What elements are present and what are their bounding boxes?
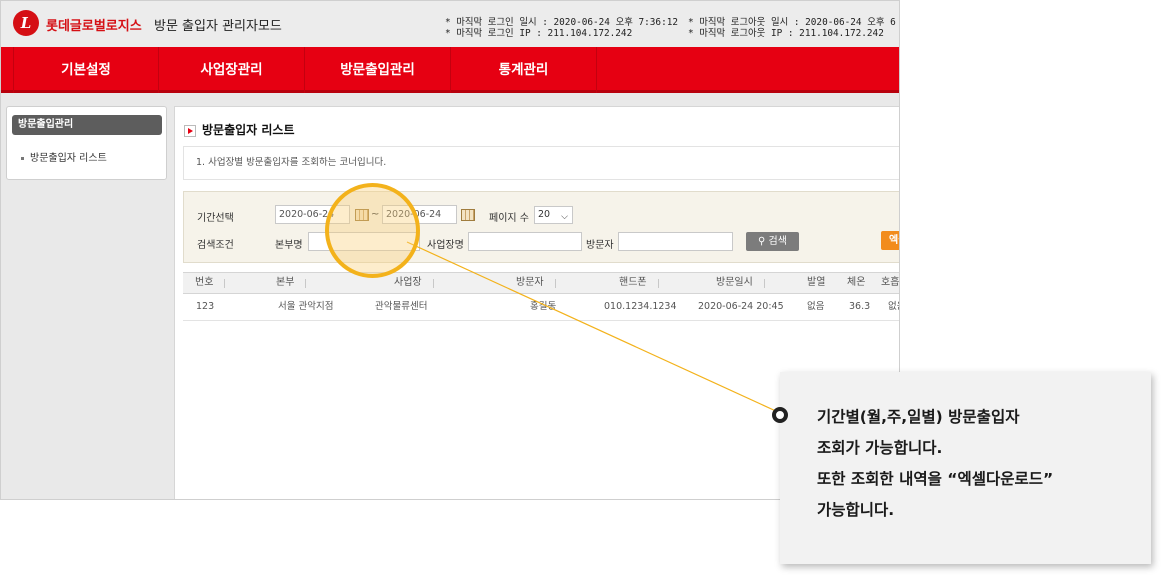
callout-line: 가능합니다.: [817, 501, 895, 519]
callout-text: 기간별(월,주,일별) 방문출입자 조회가 가능합니다. 또한 조회한 내역을 …: [817, 402, 1053, 526]
callout-line: 또한 조회한 내역을 “엑셀다운로드”: [817, 470, 1054, 488]
callout-box: 기간별(월,주,일별) 방문출입자 조회가 가능합니다. 또한 조회한 내역을 …: [772, 372, 1151, 564]
callout-line: 조회가 가능합니다.: [817, 439, 943, 457]
callout-marker-icon: [772, 407, 788, 423]
callout-line: 기간별(월,주,일별) 방문출입자: [817, 408, 1020, 426]
date-range-highlight: [325, 183, 420, 278]
